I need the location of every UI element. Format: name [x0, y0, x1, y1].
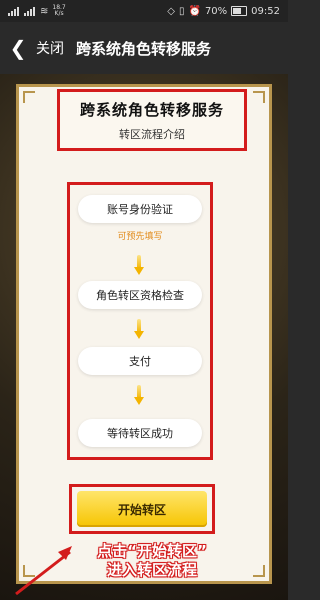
- arrow-down-icon: [134, 319, 144, 341]
- start-transfer-button[interactable]: 开始转区: [77, 491, 207, 527]
- vibrate-icon: ▯: [178, 5, 185, 17]
- step-payment: 支付: [78, 347, 202, 375]
- step-label: 支付: [129, 355, 151, 368]
- start-button-highlight: 开始转区: [69, 484, 215, 534]
- battery-percent: 70%: [204, 5, 228, 17]
- step-label: 等待转区成功: [107, 427, 173, 440]
- arrow-down-icon: [134, 255, 144, 277]
- service-header: 跨系统角色转移服务 转区流程介绍: [57, 89, 247, 151]
- nfc-icon: ◇: [167, 5, 175, 17]
- battery-icon: [231, 6, 248, 16]
- network-speed-unit: K/s: [54, 10, 64, 17]
- wifi-icon: ≋: [40, 5, 49, 17]
- status-time: 09:52: [251, 5, 280, 17]
- process-steps: 账号身份验证 可预先填写 角色转区资格检查 支付 等待转区成功: [67, 182, 213, 460]
- signal-icon: [8, 6, 20, 16]
- status-right: ◇ ▯ ⏰ 70% 09:52: [167, 6, 280, 17]
- instruction-annotation: 点击“开始转区” 进入转区流程: [72, 542, 232, 580]
- back-button[interactable]: ❮: [0, 22, 36, 74]
- step-label: 角色转区资格检查: [96, 289, 184, 302]
- arrow-down-icon: [134, 385, 144, 407]
- alarm-icon: ⏰: [188, 5, 201, 17]
- status-left: ≋ 18.7 K/s: [8, 5, 66, 17]
- chevron-left-icon: ❮: [9, 36, 27, 60]
- frame-corner: [253, 565, 265, 577]
- frame-corner: [23, 91, 35, 103]
- start-button-label: 开始转区: [117, 502, 166, 517]
- service-title: 跨系统角色转移服务: [79, 100, 224, 119]
- step-account-verify: 账号身份验证: [78, 195, 202, 223]
- annotation-line-1: 点击“开始转区”: [97, 542, 207, 560]
- annotation-line-2: 进入转区流程: [106, 561, 197, 579]
- nav-bar: ❮ 关闭 跨系统角色转移服务: [0, 22, 288, 74]
- step-label: 账号身份验证: [107, 203, 173, 216]
- page-title: 跨系统角色转移服务: [76, 39, 212, 58]
- step-eligibility-check: 角色转区资格检查: [78, 281, 202, 309]
- step-note[interactable]: 可预先填写: [70, 229, 210, 242]
- status-bar: ≋ 18.7 K/s ◇ ▯ ⏰ 70% 09:52: [0, 0, 288, 22]
- frame-corner: [253, 91, 265, 103]
- step-wait-success: 等待转区成功: [78, 419, 202, 447]
- close-button[interactable]: 关闭: [36, 38, 64, 58]
- signal-icon-2: [24, 6, 36, 16]
- frame-corner: [23, 565, 35, 577]
- network-speed: 18.7 K/s: [52, 5, 65, 17]
- service-subtitle: 转区流程介绍: [119, 127, 185, 141]
